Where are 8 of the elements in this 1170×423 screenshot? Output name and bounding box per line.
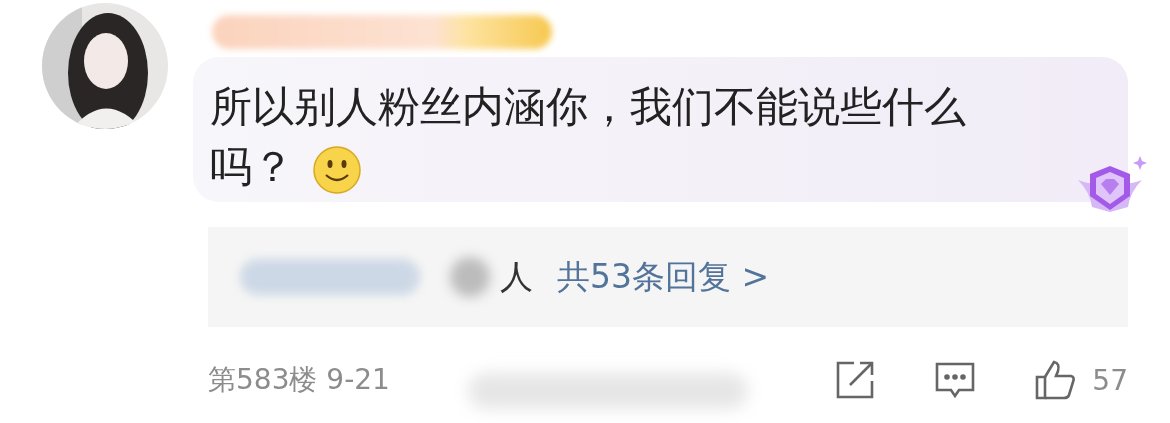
reply-preview-text: 人 xyxy=(500,255,533,298)
comment-meta: 第583楼 9-21 xyxy=(208,363,390,396)
smiley-icon xyxy=(312,144,362,195)
blurred-text-mark xyxy=(450,257,490,297)
view-replies-link[interactable]: 共53条回复 > xyxy=(557,254,770,300)
comment-text: 所以别人粉丝内涵你，我们不能说些什么吗？ xyxy=(210,77,1048,197)
like-count: 57 xyxy=(1092,363,1128,397)
thumbs-up-icon[interactable] xyxy=(1034,359,1077,401)
